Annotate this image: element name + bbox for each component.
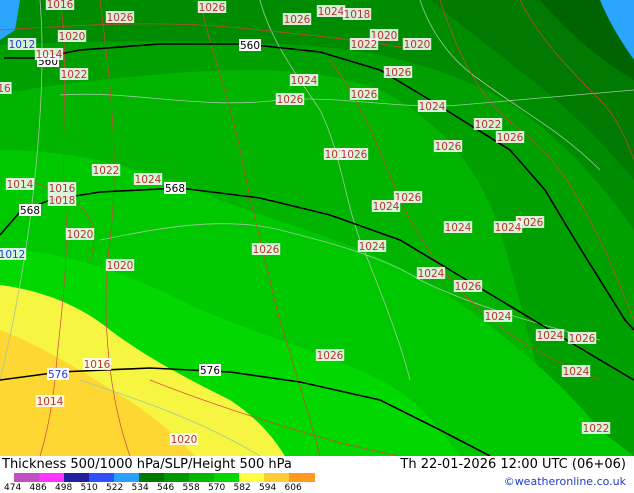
- pressure-label-1026: 1026: [284, 14, 311, 26]
- pressure-label-16: 16: [0, 83, 11, 95]
- thickness-map: 560560568568576 576 10161026102610261024 1…: [0, 0, 634, 456]
- map-footer: Thickness 500/1000 hPa/SLP/Height 500 hP…: [0, 456, 634, 493]
- pressure-label-1012: 1012: [9, 39, 36, 51]
- pressure-label-1024: 1024: [563, 366, 590, 378]
- height-label-560: 560: [240, 40, 260, 52]
- pressure-label-1024: 1024: [135, 174, 162, 186]
- pressure-label-1022: 1022: [93, 165, 120, 177]
- pressure-label-1024: 1024: [373, 201, 400, 213]
- scale-tick-510: 510: [80, 483, 98, 493]
- scale-tick-498: 498: [55, 483, 73, 493]
- color-scale-bar: [14, 473, 315, 483]
- scale-tick-606: 606: [284, 483, 302, 493]
- pressure-label-1022: 1022: [475, 119, 502, 131]
- pressure-label-1024: 1024: [359, 241, 386, 253]
- scale-swatch: [89, 473, 115, 482]
- scale-tick-558: 558: [182, 483, 200, 493]
- scale-tick-546: 546: [157, 483, 175, 493]
- pressure-label-1026: 1026: [385, 67, 412, 79]
- scale-swatch: [114, 473, 140, 482]
- scale-swatch: [289, 473, 315, 482]
- pressure-label-1014: 1014: [37, 396, 64, 408]
- pressure-label-1026: 1026: [455, 281, 482, 293]
- valid-time: Th 22-01-2026 12:00 UTC (06+06): [400, 457, 626, 472]
- pressure-label-1024: 1024: [291, 75, 318, 87]
- scale-tick-522: 522: [106, 483, 124, 493]
- pressure-label-1024: 1024: [495, 222, 522, 234]
- height-label-568: 568: [165, 183, 185, 195]
- scale-swatch: [164, 473, 190, 482]
- scale-swatch: [39, 473, 65, 482]
- pressure-label-1022: 1022: [61, 69, 88, 81]
- pressure-label-1024: 1024: [419, 101, 446, 113]
- pressure-label-1012: 1012: [0, 249, 25, 261]
- pressure-label-1020: 1020: [59, 31, 86, 43]
- pressure-label-1022: 1022: [583, 423, 610, 435]
- pressure-label-1018: 1018: [344, 9, 371, 21]
- scale-tick-486: 486: [29, 483, 47, 493]
- scale-tick-582: 582: [233, 483, 251, 493]
- pressure-label-1016: 1016: [84, 359, 111, 371]
- scale-swatch: [14, 473, 40, 482]
- scale-tick-534: 534: [131, 483, 149, 493]
- scale-swatch: [214, 473, 240, 482]
- pressure-label-1026: 1026: [341, 149, 368, 161]
- scale-swatch: [139, 473, 165, 482]
- pressure-label-1026: 1026: [351, 89, 378, 101]
- pressure-label-1016: 1016: [49, 183, 76, 195]
- pressure-label-1026: 1026: [277, 94, 304, 106]
- height-label-576: 576: [48, 369, 68, 381]
- pressure-label-1014: 1014: [36, 49, 63, 61]
- scale-tick-570: 570: [208, 483, 226, 493]
- pressure-label-1020: 1020: [67, 229, 94, 241]
- scale-swatch: [64, 473, 90, 482]
- pressure-label-1020: 1020: [404, 39, 431, 51]
- pressure-label-1026: 1026: [317, 350, 344, 362]
- pressure-label-1024: 1024: [485, 311, 512, 323]
- copyright-link[interactable]: ©weatheronline.co.uk: [504, 475, 626, 488]
- pressure-label-1018: 1018: [49, 195, 76, 207]
- pressure-label-1024: 1024: [418, 268, 445, 280]
- pressure-label-1020: 1020: [171, 434, 198, 446]
- scale-swatch: [239, 473, 265, 482]
- pressure-label-1026: 1026: [569, 333, 596, 345]
- pressure-label-1026: 1026: [107, 12, 134, 24]
- scale-swatch: [189, 473, 215, 482]
- pressure-label-1024: 1024: [537, 330, 564, 342]
- pressure-label-1026: 1026: [253, 244, 280, 256]
- pressure-label-1024: 1024: [445, 222, 472, 234]
- scale-tick-594: 594: [259, 483, 277, 493]
- height-label-576: 576: [200, 365, 220, 377]
- pressure-label-1020: 1020: [107, 260, 134, 272]
- weather-map-figure: 560 560 568 568 576 576 1016 1026 1026 1026 1024 1…: [0, 0, 634, 493]
- pressure-label-1026: 1026: [199, 2, 226, 14]
- pressure-label-1016: 1016: [47, 0, 74, 11]
- scale-swatch: [264, 473, 290, 482]
- height-label-568: 568: [20, 205, 40, 217]
- pressure-label-1022: 1022: [351, 39, 378, 51]
- pressure-label-1026: 1026: [497, 132, 524, 144]
- scale-tick-474: 474: [4, 483, 22, 493]
- pressure-label-1024: 1024: [318, 6, 345, 18]
- pressure-label-1026: 1026: [435, 141, 462, 153]
- map-title: Thickness 500/1000 hPa/SLP/Height 500 hP…: [2, 457, 292, 472]
- pressure-label-1014: 1014: [7, 179, 34, 191]
